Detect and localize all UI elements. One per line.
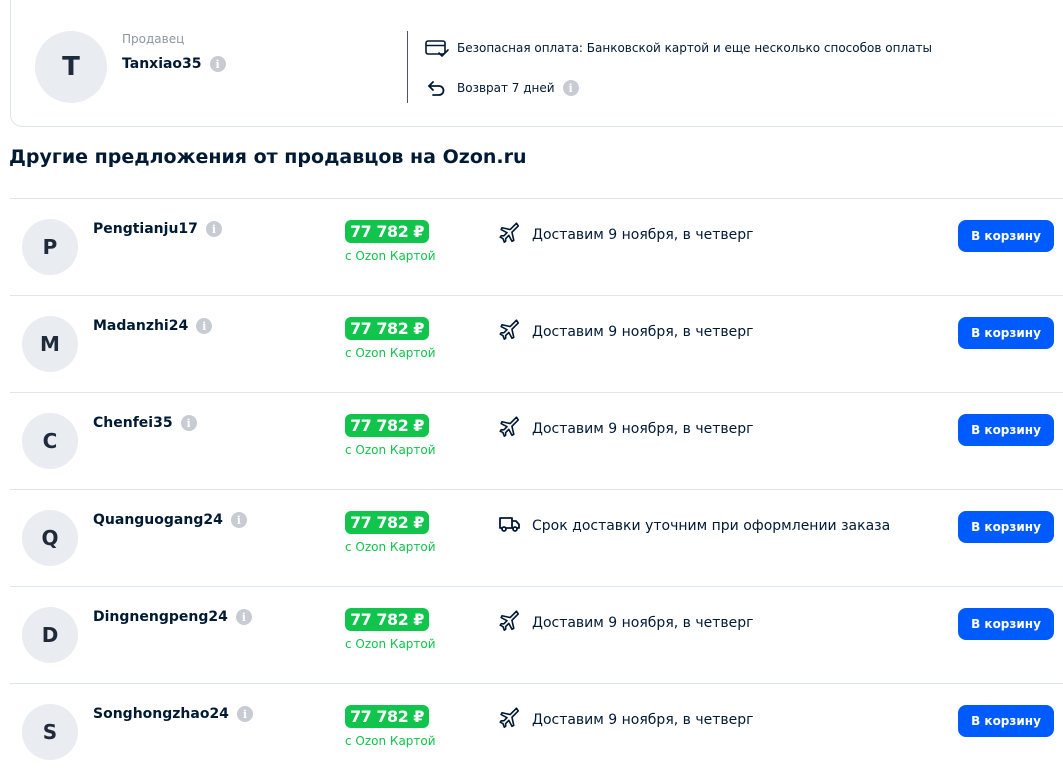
- offer-row: D Dingnengpeng24 i 77 782 ₽ с Ozon Карто…: [10, 586, 1063, 683]
- price-note: с Ozon Картой: [345, 540, 436, 554]
- seller-avatar: S: [22, 704, 78, 760]
- delivery-info: Доставим 9 ноября, в четверг: [498, 318, 753, 346]
- price-note: с Ozon Картой: [345, 346, 436, 360]
- info-icon[interactable]: i: [236, 706, 253, 722]
- offer-row: Q Quanguogang24 i 77 782 ₽ с Ozon Картой…: [10, 489, 1063, 586]
- offer-seller: Chenfei35 i: [93, 415, 197, 431]
- delivery-text: Доставим 9 ноября, в четверг: [532, 227, 754, 243]
- price-badge: 77 782 ₽: [345, 705, 429, 728]
- delivery-info: Срок доставки уточним при оформлении зак…: [498, 512, 890, 540]
- return-arrow-icon: [425, 78, 449, 98]
- plane-icon: [498, 609, 522, 637]
- seller-avatar: M: [22, 316, 78, 372]
- seller-avatar: D: [22, 607, 78, 663]
- add-to-cart-button[interactable]: В корзину: [958, 220, 1054, 252]
- offer-seller-name[interactable]: Songhongzhao24: [93, 706, 229, 722]
- seller-card: T Продавец Tanxiao35 i Безопасная оплата…: [10, 0, 1063, 127]
- plane-icon: [498, 221, 522, 249]
- seller-name-row: Tanxiao35 i: [122, 56, 226, 72]
- price-note: с Ozon Картой: [345, 637, 436, 651]
- seller-avatar: T: [35, 31, 107, 103]
- offer-seller-name[interactable]: Madanzhi24: [93, 318, 188, 334]
- delivery-info: Доставим 9 ноября, в четверг: [498, 415, 753, 443]
- payment-text: Безопасная оплата: Банковской картой и е…: [457, 41, 932, 55]
- section-title: Другие предложения от продавцов на Ozon.…: [9, 146, 527, 168]
- truck-icon: [498, 512, 522, 540]
- price-badge: 77 782 ₽: [345, 511, 429, 534]
- plane-icon: [498, 318, 522, 346]
- seller-label: Продавец: [122, 32, 185, 46]
- delivery-info: Доставим 9 ноября, в четверг: [498, 221, 753, 249]
- price-badge: 77 782 ₽: [345, 220, 429, 243]
- price-badge: 77 782 ₽: [345, 414, 429, 437]
- delivery-info: Доставим 9 ноября, в четверг: [498, 706, 753, 734]
- add-to-cart-button[interactable]: В корзину: [958, 317, 1054, 349]
- seller-avatar: C: [22, 413, 78, 469]
- offer-seller-name[interactable]: Chenfei35: [93, 415, 173, 431]
- offer-seller: Quanguogang24 i: [93, 512, 247, 528]
- add-to-cart-button[interactable]: В корзину: [958, 705, 1054, 737]
- payment-info: Безопасная оплата: Банковской картой и е…: [425, 38, 932, 58]
- price-note: с Ozon Картой: [345, 443, 436, 457]
- return-text: Возврат 7 дней: [457, 81, 555, 95]
- info-icon[interactable]: i: [562, 80, 579, 96]
- card-check-icon: [425, 38, 449, 58]
- offer-seller-name[interactable]: Quanguogang24: [93, 512, 223, 528]
- plane-icon: [498, 706, 522, 734]
- seller-name[interactable]: Tanxiao35: [122, 56, 202, 72]
- offer-seller: Madanzhi24 i: [93, 318, 213, 334]
- delivery-text: Доставим 9 ноября, в четверг: [532, 324, 754, 340]
- delivery-text: Доставим 9 ноября, в четверг: [532, 615, 754, 631]
- price-note: с Ozon Картой: [345, 734, 436, 748]
- add-to-cart-button[interactable]: В корзину: [958, 511, 1054, 543]
- delivery-text: Доставим 9 ноября, в четверг: [532, 421, 754, 437]
- offer-row: S Songhongzhao24 i 77 782 ₽ с Ozon Карто…: [10, 683, 1063, 780]
- price-badge: 77 782 ₽: [345, 317, 429, 340]
- info-icon[interactable]: i: [230, 512, 247, 528]
- add-to-cart-button[interactable]: В корзину: [958, 414, 1054, 446]
- delivery-text: Срок доставки уточним при оформлении зак…: [532, 518, 891, 534]
- delivery-text: Доставим 9 ноября, в четверг: [532, 712, 754, 728]
- offer-seller: Pengtianju17 i: [93, 221, 222, 237]
- add-to-cart-button[interactable]: В корзину: [958, 608, 1054, 640]
- info-icon[interactable]: i: [180, 415, 197, 431]
- plane-icon: [498, 415, 522, 443]
- seller-avatar: P: [22, 219, 78, 275]
- offer-seller: Dingnengpeng24 i: [93, 609, 252, 625]
- offer-row: C Chenfei35 i 77 782 ₽ с Ozon Картой Дос…: [10, 392, 1063, 489]
- info-icon[interactable]: i: [209, 56, 226, 72]
- offer-seller-name[interactable]: Dingnengpeng24: [93, 609, 228, 625]
- seller-avatar: Q: [22, 510, 78, 566]
- offer-row: P Pengtianju17 i 77 782 ₽ с Ozon Картой …: [10, 198, 1063, 295]
- delivery-info: Доставим 9 ноября, в четверг: [498, 609, 753, 637]
- price-note: с Ozon Картой: [345, 249, 436, 263]
- offer-seller: Songhongzhao24 i: [93, 706, 253, 722]
- info-icon[interactable]: i: [235, 609, 252, 625]
- info-icon[interactable]: i: [205, 221, 222, 237]
- info-icon[interactable]: i: [196, 318, 213, 334]
- offers-list: P Pengtianju17 i 77 782 ₽ с Ozon Картой …: [10, 198, 1063, 780]
- price-badge: 77 782 ₽: [345, 608, 429, 631]
- offer-row: M Madanzhi24 i 77 782 ₽ с Ozon Картой До…: [10, 295, 1063, 392]
- return-info: Возврат 7 дней i: [425, 78, 579, 98]
- offer-seller-name[interactable]: Pengtianju17: [93, 221, 198, 237]
- divider: [407, 31, 408, 103]
